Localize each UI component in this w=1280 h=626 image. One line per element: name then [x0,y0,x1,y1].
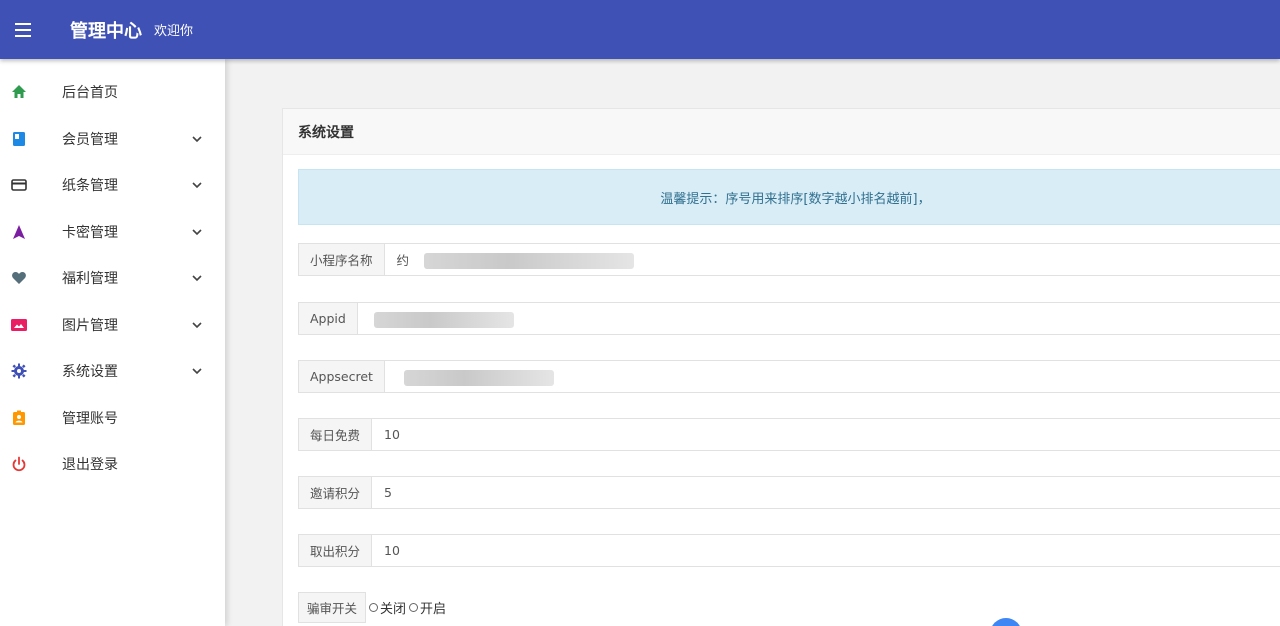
field-label: Appsecret [299,361,385,392]
sidebar-item-label: 管理账号 [62,410,118,427]
radio-label: 开启 [420,602,447,617]
sidebar-item-notes[interactable]: 纸条管理 [0,162,225,209]
withdraw-points-row: 取出积分 [298,534,1280,567]
sidebar-item-label: 图片管理 [62,317,118,334]
field-label: Appid [299,303,358,334]
chevron-down-icon [192,275,202,282]
radio-circle-icon [369,603,379,612]
sidebar-item-settings[interactable]: 系统设置 [0,348,225,395]
switch-on-radio[interactable]: 开启 [409,598,446,617]
top-bar: 管理中心 欢迎你 [0,0,1280,59]
sidebar-item-home[interactable]: 后台首页 [0,69,225,116]
field-label: 取出积分 [299,535,373,566]
radio-circle-icon [409,603,419,612]
sidebar-item-label: 系统设置 [62,364,118,381]
appsecret-row: Appsecret [298,360,1280,393]
chevron-down-icon [192,136,202,142]
sidebar-item-cards[interactable]: 卡密管理 [0,209,225,256]
withdraw-points-input[interactable] [372,535,1280,566]
sidebar-item-label: 卡密管理 [62,224,118,241]
switch-label: 骗审开关 [298,592,367,623]
main-content: 系统设置 温馨提示：序号用来排序[数字越小排名越前]， 小程序名称 Appid … [225,59,1280,626]
redacted-mask [374,312,514,328]
image-icon [10,316,28,334]
chevron-down-icon [192,368,202,375]
account-badge-icon [10,409,28,427]
redacted-mask [424,253,634,269]
sidebar-item-label: 会员管理 [62,131,118,148]
gear-icon [10,362,28,380]
chevron-down-icon [192,182,202,189]
daily-free-row: 每日免费 [298,418,1280,451]
radio-label: 关闭 [380,602,407,617]
hamburger-icon [15,21,31,39]
card-icon [10,176,28,194]
power-icon [10,455,28,473]
field-label: 小程序名称 [299,244,385,275]
daily-free-input[interactable] [372,419,1280,450]
sidebar-item-welfare[interactable]: 福利管理 [0,255,225,302]
appid-row: Appid [298,302,1280,335]
sidebar-item-label: 纸条管理 [62,178,118,195]
sidebar: 后台首页 会员管理 纸条管理 卡密管理 福利管理 图片管理 系统设置 管理账号 … [0,59,225,626]
sidebar-item-images[interactable]: 图片管理 [0,302,225,349]
field-label: 邀请积分 [299,477,373,508]
miniapp-name-row: 小程序名称 [298,243,1280,276]
chevron-down-icon [192,229,202,235]
chevron-down-icon [192,322,202,328]
book-icon [10,130,28,148]
review-switch-row: 骗审开关 关闭 开启 [298,592,446,623]
welcome-text: 欢迎你 [154,24,194,39]
sidebar-item-members[interactable]: 会员管理 [0,116,225,163]
card-title: 系统设置 [283,109,1280,155]
invite-points-input[interactable] [372,477,1280,508]
sidebar-item-label: 后台首页 [62,85,118,102]
sidebar-item-label: 退出登录 [62,457,118,474]
field-label: 每日免费 [299,419,373,450]
invite-points-row: 邀请积分 [298,476,1280,509]
app-title: 管理中心 [70,20,142,42]
home-icon [10,83,28,101]
redacted-mask [404,370,554,386]
menu-toggle-button[interactable] [0,0,46,59]
navigation-arrow-icon [10,223,28,241]
heart-icon [10,269,28,287]
sidebar-item-label: 福利管理 [62,271,118,288]
switch-off-radio[interactable]: 关闭 [369,598,406,617]
sidebar-item-accounts[interactable]: 管理账号 [0,395,225,442]
tip-banner: 温馨提示：序号用来排序[数字越小排名越前]， [298,169,1280,225]
sidebar-item-logout[interactable]: 退出登录 [0,441,225,488]
settings-card: 系统设置 温馨提示：序号用来排序[数字越小排名越前]， 小程序名称 Appid … [282,108,1280,626]
